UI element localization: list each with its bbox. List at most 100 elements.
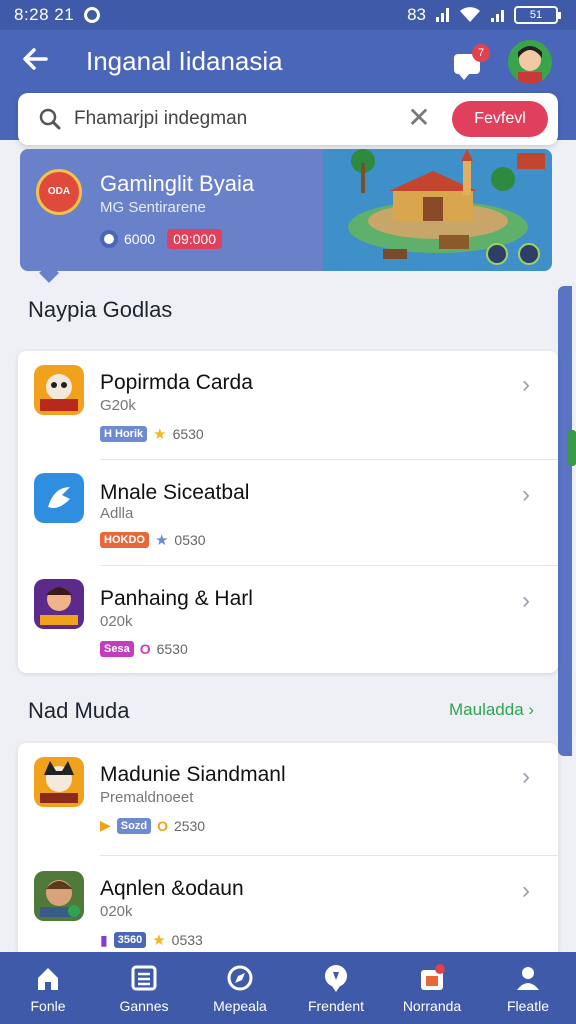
game-icon bbox=[34, 473, 84, 523]
chevron-right-icon: › bbox=[522, 371, 530, 398]
messages-button[interactable]: 7 bbox=[452, 44, 490, 80]
chevron-right-icon: › bbox=[522, 587, 530, 614]
nav-item-explore[interactable]: Mepeala bbox=[192, 952, 288, 1024]
scrollbar-track[interactable] bbox=[558, 286, 572, 756]
nav-label: Fleatle bbox=[506, 998, 550, 1014]
game-icon bbox=[34, 757, 84, 807]
see-all-label: Mauladda bbox=[449, 700, 524, 719]
banner-control-right[interactable] bbox=[518, 243, 540, 265]
banner-control-left[interactable] bbox=[486, 243, 508, 265]
game-subtitle: Premaldnoeet bbox=[100, 789, 194, 806]
divider bbox=[100, 855, 558, 856]
game-meta: H Horik ★ 6530 bbox=[100, 425, 204, 443]
game-meta: HOKDO ★ 0530 bbox=[100, 531, 206, 549]
status-bar: 8:28 21 83 51 bbox=[0, 0, 576, 30]
arrow-left-icon bbox=[23, 48, 48, 70]
banner-logo: ODA bbox=[36, 169, 82, 215]
nav-label: Norranda bbox=[402, 998, 462, 1014]
game-subtitle: 020k bbox=[100, 903, 133, 920]
chevron-right-icon: › bbox=[522, 481, 530, 508]
list-item[interactable]: Popirmda Carda G20k H Horik ★ 6530 › bbox=[18, 351, 558, 457]
game-title: Aqnlen &odaun bbox=[100, 877, 244, 900]
avatar[interactable] bbox=[508, 40, 552, 84]
divider bbox=[100, 565, 558, 566]
list-item[interactable]: Aqnlen &odaun 020k ▮ 3560 ★ 0533 › bbox=[18, 857, 558, 963]
game-title: Panhaing & Harl bbox=[100, 587, 253, 610]
scrollbar-thumb[interactable] bbox=[568, 430, 576, 466]
banner-title: Gaminglit Byaia bbox=[100, 171, 255, 196]
banner-stat-value: 6000 bbox=[124, 231, 156, 247]
search-input[interactable] bbox=[74, 103, 394, 135]
back-button[interactable] bbox=[20, 44, 56, 80]
coin-icon: O bbox=[139, 641, 151, 657]
game-icon bbox=[34, 871, 84, 921]
banner-stats: 6000 09:000 bbox=[100, 229, 222, 249]
nav-item-profile[interactable]: Fleatle bbox=[480, 952, 576, 1024]
coin-icon: O bbox=[157, 817, 168, 834]
nav-item-games[interactable]: Gannes bbox=[96, 952, 192, 1024]
compass-icon bbox=[227, 965, 253, 991]
game-subtitle: 020k bbox=[100, 613, 133, 630]
battery-icon: 51 bbox=[514, 6, 561, 24]
game-tag: HOKDO bbox=[100, 532, 149, 548]
bottom-navigation: Fonle Gannes Mepeala Frendent Norranda F… bbox=[0, 952, 576, 1024]
flag-icon: ▮ bbox=[100, 931, 108, 948]
nav-item-home[interactable]: Fonle bbox=[0, 952, 96, 1024]
games-icon bbox=[131, 965, 157, 991]
game-tag: 3560 bbox=[113, 932, 147, 948]
game-tag: H Horik bbox=[100, 426, 148, 442]
game-subtitle: G20k bbox=[100, 397, 136, 414]
list-item[interactable]: Mnale Siceatbal Adlla HOKDO ★ 0530 › bbox=[18, 461, 558, 567]
star-icon: ★ bbox=[152, 932, 166, 949]
see-all-link[interactable]: Mauladda › bbox=[449, 700, 534, 720]
signal-icon-2 bbox=[491, 8, 504, 22]
avatar-face-icon bbox=[508, 40, 552, 84]
pin-icon bbox=[325, 965, 347, 992]
game-list-card: Popirmda Carda G20k H Horik ★ 6530 › Mna… bbox=[18, 351, 558, 673]
page-title: Inganal Iidanasia bbox=[86, 46, 283, 76]
game-subtitle: Adlla bbox=[100, 505, 134, 522]
game-list-card: Madunie Siandmanl Premaldnoeet ▶ Sozd O … bbox=[18, 743, 558, 953]
star-icon: ★ bbox=[153, 426, 167, 443]
game-rating: 0530 bbox=[174, 532, 206, 548]
chevron-right-icon: › bbox=[522, 877, 530, 904]
game-rating: 2530 bbox=[173, 817, 206, 834]
notification-badge: 7 bbox=[472, 44, 490, 62]
banner-subtitle: MG Sentirarene bbox=[100, 199, 206, 216]
game-title: Madunie Siandmanl bbox=[100, 763, 286, 786]
status-app-icon bbox=[84, 7, 101, 23]
nav-item-friends[interactable]: Frendent bbox=[288, 952, 384, 1024]
featured-banner[interactable]: ODA Gaminglit Byaia MG Sentirarene 6000 … bbox=[20, 149, 552, 271]
status-time: 8:28 21 bbox=[14, 5, 75, 24]
list-item[interactable]: Madunie Siandmanl Premaldnoeet ▶ Sozd O … bbox=[18, 743, 558, 849]
game-meta: ▮ 3560 ★ 0533 bbox=[100, 931, 203, 950]
profile-icon bbox=[517, 967, 539, 990]
game-title: Popirmda Carda bbox=[100, 371, 253, 394]
search-bar: ✕ Fevfevl bbox=[18, 93, 558, 145]
status-network-label: 83 bbox=[407, 5, 426, 24]
game-rating: 0533 bbox=[171, 932, 203, 948]
game-icon bbox=[34, 365, 84, 415]
coin-icon bbox=[100, 230, 118, 248]
nav-label: Fonle bbox=[30, 998, 66, 1014]
game-meta: ▶ Sozd O 2530 bbox=[100, 817, 205, 834]
chevron-right-icon: › bbox=[522, 763, 530, 790]
game-rating: 6530 bbox=[156, 641, 188, 657]
close-icon[interactable]: ✕ bbox=[404, 103, 434, 133]
search-button[interactable]: Fevfevl bbox=[452, 101, 548, 137]
search-icon bbox=[39, 108, 61, 130]
game-icon bbox=[34, 579, 84, 629]
list-item[interactable]: Panhaing & Harl 020k Sesa O 6530 › bbox=[18, 567, 558, 673]
game-rating: 6530 bbox=[172, 426, 204, 442]
nav-item-inbox[interactable]: Norranda bbox=[384, 952, 480, 1024]
game-meta: Sesa O 6530 bbox=[100, 641, 188, 657]
nav-label: Gannes bbox=[119, 998, 169, 1014]
game-tag: Sozd bbox=[116, 817, 152, 834]
game-title: Mnale Siceatbal bbox=[100, 481, 250, 504]
home-icon bbox=[38, 968, 58, 990]
divider bbox=[100, 459, 558, 460]
signal-icon bbox=[436, 8, 449, 22]
star-icon: ★ bbox=[154, 532, 169, 549]
nav-label: Mepeala bbox=[213, 998, 267, 1014]
play-icon: ▶ bbox=[100, 817, 111, 833]
